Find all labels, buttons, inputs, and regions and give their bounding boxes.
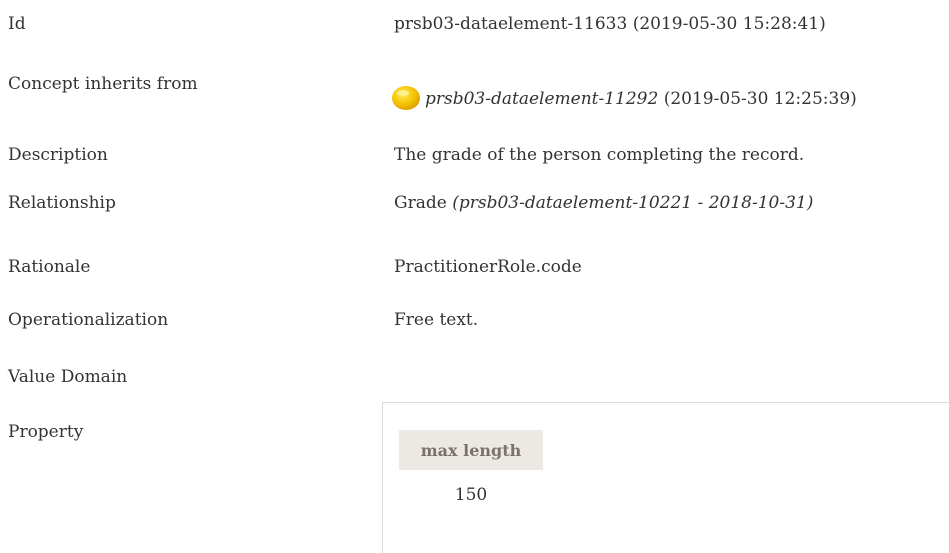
inherits-link[interactable]: prsb03-dataelement-11292 [425,89,658,109]
row-label: Id [8,14,26,34]
rationale-value: PractitionerRole.code [394,257,582,277]
relationship-value: Grade (prsb03-dataelement-10221 - 2018-1… [394,193,813,213]
property-value-max-length: 150 [454,485,488,505]
row-label: Value Domain [8,367,128,387]
row-label: Rationale [8,257,91,277]
inherits-value: prsb03-dataelement-11292 (2019-05-30 12:… [392,84,857,112]
relationship-name: Grade [394,193,453,213]
description-value: The grade of the person completing the r… [394,145,805,165]
row-label: Concept inherits from [8,74,198,94]
property-header-max-length: max length [399,430,543,470]
id-value: prsb03-dataelement-11633 (2019-05-30 15:… [394,14,826,34]
row-label: Property [8,422,84,442]
row-label: Operationalization [8,310,169,330]
inherits-date: (2019-05-30 12:25:39) [658,89,857,109]
row-label: Relationship [8,193,116,213]
property-table: max length 150 [382,402,949,553]
row-label: Description [8,145,108,165]
relationship-ref[interactable]: (prsb03-dataelement-10221 - 2018-10-31) [452,193,813,213]
yellow-orb-icon [392,86,420,110]
operationalization-value: Free text. [394,310,479,330]
